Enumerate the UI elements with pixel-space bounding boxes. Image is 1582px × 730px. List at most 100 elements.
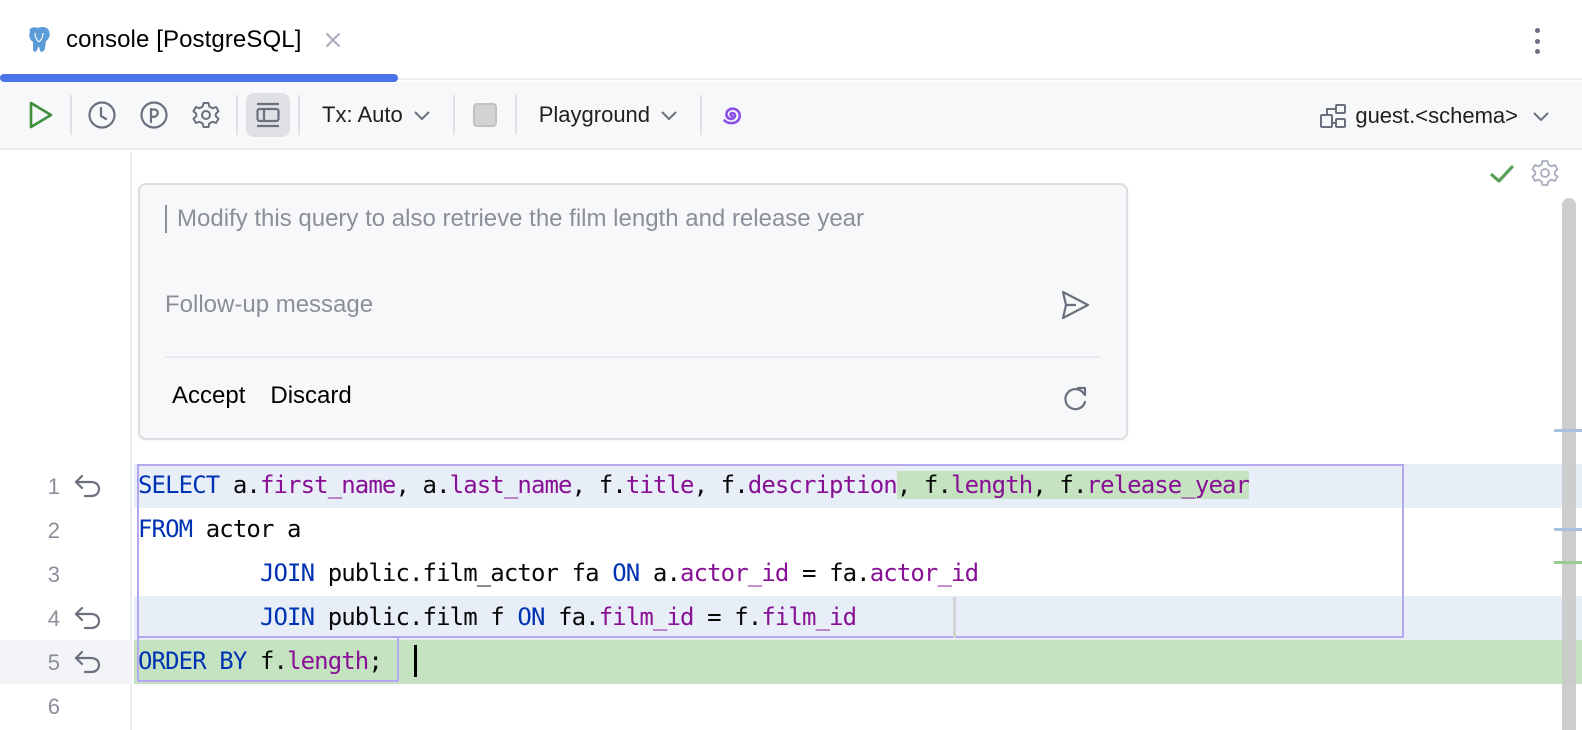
line-number: 4: [47, 606, 60, 631]
code-line[interactable]: 5 ORDER BY f.length;: [0, 640, 1582, 684]
revert-change-icon[interactable]: [72, 648, 102, 676]
code-line[interactable]: 1 SELECT a.first_name, a.last_name, f.tit…: [0, 464, 1582, 508]
stop-icon: [472, 103, 497, 127]
code-line[interactable]: 3 JOIN public.film_actor fa ON a.actor_i…: [0, 552, 1582, 596]
check-icon: [1490, 165, 1514, 183]
ai-actions: Accept Discard: [172, 382, 352, 410]
sql-token: , f.: [693, 471, 749, 499]
sql-column: title: [625, 471, 695, 499]
sql-token: actor a: [192, 515, 302, 543]
tab-console[interactable]: console [PostgreSQL]: [0, 0, 398, 82]
code-text: JOIN public.film_actor fa ON a.actor_id …: [138, 559, 979, 587]
sql-column: last_name: [449, 471, 573, 499]
editor-layout-icon: [256, 102, 280, 128]
editor-layout-button[interactable]: [246, 93, 290, 137]
refresh-icon[interactable]: [1060, 383, 1092, 415]
code-text: JOIN public.film f ON fa.film_id = f.fil…: [138, 603, 857, 631]
ai-prompt-text: Modify this query to also retrieve the f…: [177, 205, 865, 232]
history-button[interactable]: [80, 93, 124, 137]
change-marker-added: [1554, 561, 1582, 564]
ai-prompt-card: Modify this query to also retrieve the f…: [138, 183, 1128, 440]
sql-token: ;: [368, 647, 382, 675]
sql-token: = f.: [693, 603, 762, 631]
sql-token: fa.: [544, 603, 600, 631]
sql-keyword: JOIN: [259, 603, 315, 631]
execution-mode-label: Playground: [538, 102, 651, 127]
sql-column: length: [287, 647, 369, 675]
gear-icon: [192, 102, 220, 128]
discard-button[interactable]: Discard: [270, 382, 351, 410]
change-marker-modified: [1554, 528, 1582, 531]
sql-column: description: [747, 471, 898, 499]
line-number: 5: [47, 650, 60, 675]
change-marker-modified: [1554, 429, 1582, 432]
gear-icon[interactable]: [1530, 158, 1560, 188]
toolbar-separator: [236, 95, 238, 135]
toolbar-separator: [70, 95, 72, 135]
prompt-caret: [165, 205, 167, 233]
history-icon: [88, 101, 116, 129]
parameters-icon: [140, 101, 168, 129]
tab-bar: console [PostgreSQL]: [0, 0, 1582, 82]
sql-column: first_name: [259, 471, 396, 499]
line-number: 2: [47, 518, 60, 543]
schema-label: guest.<schema>: [1355, 103, 1518, 128]
followup-placeholder: Follow-up message: [165, 291, 374, 318]
sql-column: length: [951, 471, 1033, 499]
sql-token: public.film f: [314, 603, 518, 631]
code-line[interactable]: 6: [0, 684, 1582, 728]
active-tab-indicator: [0, 74, 398, 82]
console-toolbar: Tx: Auto Playground guest.<schema>: [0, 82, 1582, 150]
accept-button[interactable]: Accept: [172, 382, 245, 410]
ai-prompt-text-field[interactable]: Modify this query to also retrieve the f…: [165, 205, 864, 233]
sql-keyword: JOIN: [259, 559, 315, 587]
chevron-down-icon: [661, 111, 677, 121]
sql-keyword: ON: [612, 559, 640, 587]
vertical-scrollbar[interactable]: [1562, 198, 1576, 730]
more-options-button[interactable]: [1530, 24, 1544, 58]
ai-assistant-spiral-icon: [723, 107, 742, 125]
stop-button[interactable]: [463, 93, 507, 137]
ai-card-divider: [165, 356, 1101, 358]
ai-assistant-button[interactable]: [710, 93, 754, 137]
toolbar-separator: [700, 95, 703, 135]
code-line[interactable]: 2 FROM actor a: [0, 508, 1582, 552]
sql-token: , f.: [1032, 471, 1087, 499]
run-icon: [29, 101, 53, 129]
followup-message-input[interactable]: Follow-up message: [165, 283, 1105, 327]
code-text: FROM actor a: [138, 515, 302, 543]
more-dot: [1534, 49, 1540, 54]
toolbar-separator: [452, 95, 455, 135]
run-button[interactable]: [18, 93, 62, 137]
sql-keyword: FROM: [138, 515, 193, 543]
sql-keyword: ORDER BY: [138, 647, 247, 675]
send-icon[interactable]: [1058, 287, 1092, 323]
revert-change-icon[interactable]: [72, 604, 102, 632]
line-number: 1: [47, 474, 60, 499]
chevron-down-icon: [1533, 112, 1549, 122]
more-dot: [1534, 38, 1540, 44]
sql-column: release_year: [1086, 471, 1250, 499]
settings-button[interactable]: [184, 93, 228, 137]
sql-token: , f.: [896, 471, 952, 499]
code-line[interactable]: 4 JOIN public.film f ON fa.film_id = f.f…: [0, 596, 1582, 640]
close-icon[interactable]: [323, 30, 343, 50]
more-dot: [1534, 28, 1540, 33]
sql-token: public.film_actor fa: [314, 559, 613, 587]
line-number: 3: [47, 562, 60, 587]
revert-change-icon[interactable]: [72, 472, 102, 500]
sql-token: = fa.: [788, 559, 871, 587]
schema-selector[interactable]: guest.<schema>: [1319, 82, 1550, 150]
code-text: SELECT a.first_name, a.last_name, f.titl…: [138, 471, 1250, 499]
execution-mode-dropdown[interactable]: Playground: [525, 93, 692, 137]
toolbar-separator: [514, 95, 517, 135]
tab-title: console [PostgreSQL]: [66, 26, 302, 53]
toolbar-separator: [298, 95, 300, 135]
sql-keyword: ON: [517, 603, 545, 631]
sql-column: film_id: [761, 603, 857, 631]
sql-column: actor_id: [680, 559, 789, 587]
parameters-button[interactable]: [132, 93, 176, 137]
sql-token: f.: [246, 647, 288, 675]
chevron-down-icon: [414, 111, 430, 121]
transaction-mode-dropdown[interactable]: Tx: Auto: [308, 93, 445, 137]
